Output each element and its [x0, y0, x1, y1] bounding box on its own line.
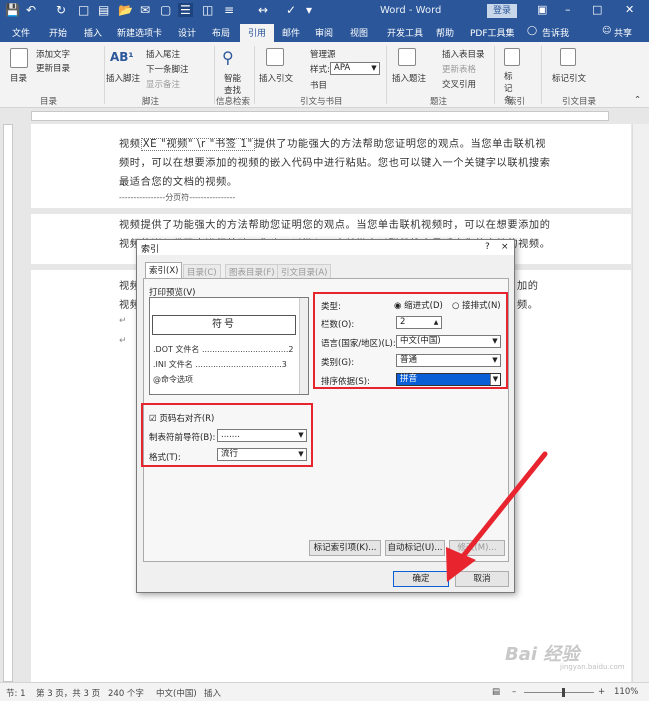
zoom-slider[interactable] — [524, 692, 594, 693]
section-indicator[interactable]: 节: 1 — [6, 687, 25, 699]
zoom-level[interactable]: 110% — [614, 687, 638, 697]
arrow-shaft — [457, 451, 548, 563]
zoom-in-icon[interactable]: + — [598, 687, 605, 697]
zoom-slider-thumb[interactable] — [562, 688, 565, 697]
page-indicator[interactable]: 第 3 页，共 3 页 — [36, 687, 100, 699]
zoom-out-icon[interactable]: – — [512, 687, 516, 697]
arrow-head — [446, 547, 476, 582]
word-count[interactable]: 240 个字 — [108, 687, 144, 699]
watermark-url: jingyan.baidu.com — [560, 663, 625, 671]
read-mode-icon[interactable]: ▤ — [492, 687, 500, 697]
pointer-arrow — [446, 451, 548, 582]
status-bar: 节: 1 第 3 页，共 3 页 240 个字 中文(中国) 插入 ▤ – + … — [0, 682, 649, 701]
language-indicator[interactable]: 中文(中国) — [156, 687, 197, 699]
insert-mode[interactable]: 插入 — [204, 687, 221, 699]
